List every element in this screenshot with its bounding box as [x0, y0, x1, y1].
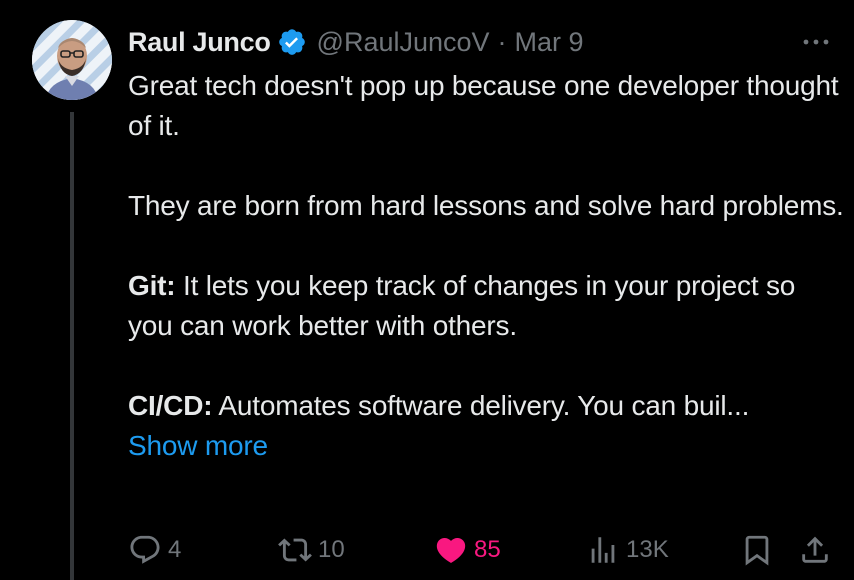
- git-label: Git:: [128, 270, 176, 301]
- retweet-icon: [278, 533, 312, 567]
- git-text: It lets you keep track of changes in you…: [128, 270, 796, 341]
- retweet-count: 10: [318, 536, 345, 563]
- tweet-paragraph: Great tech doesn't pop up because one de…: [128, 70, 839, 141]
- cicd-label: CI/CD:: [128, 390, 213, 421]
- share-icon: [798, 533, 832, 567]
- tweet-paragraph-git: Git: It lets you keep track of changes i…: [128, 266, 844, 346]
- bookmark-button[interactable]: [740, 530, 774, 570]
- reply-icon: [128, 533, 162, 567]
- reply-button[interactable]: 4: [128, 530, 181, 570]
- tweet-text: Great tech doesn't pop up because one de…: [128, 66, 844, 466]
- verified-badge-icon: [277, 27, 307, 57]
- reply-count: 4: [168, 536, 182, 563]
- heart-icon: [434, 533, 468, 567]
- views-icon: [586, 533, 620, 567]
- tweet[interactable]: Raul Junco @RaulJuncoV · Mar 9 Great tec…: [0, 0, 854, 580]
- tweet-paragraph: They are born from hard lessons and solv…: [128, 190, 844, 221]
- views-button[interactable]: 13K: [586, 530, 669, 570]
- retweet-button[interactable]: 10: [278, 530, 345, 570]
- views-count: 13K: [626, 536, 669, 563]
- like-count: 85: [474, 536, 501, 563]
- separator-dot: ·: [497, 26, 507, 57]
- cicd-text: Automates software delivery. You can bui…: [212, 390, 750, 421]
- show-more-link[interactable]: Show more: [128, 430, 268, 461]
- action-bar: 4 10 85 13K: [128, 530, 838, 570]
- avatar[interactable]: [32, 20, 112, 100]
- like-button[interactable]: 85: [434, 530, 501, 570]
- share-button[interactable]: [798, 530, 832, 570]
- display-name[interactable]: Raul Junco: [128, 27, 271, 58]
- avatar-image: [32, 20, 112, 100]
- bookmark-icon: [740, 533, 774, 567]
- thread-line: [70, 112, 74, 580]
- more-icon[interactable]: [800, 30, 832, 54]
- tweet-paragraph-cicd: CI/CD: Automates software delivery. You …: [128, 386, 844, 426]
- tweet-header: Raul Junco @RaulJuncoV · Mar 9: [128, 24, 584, 60]
- handle[interactable]: @RaulJuncoV: [317, 27, 490, 58]
- tweet-date[interactable]: Mar 9: [515, 27, 584, 58]
